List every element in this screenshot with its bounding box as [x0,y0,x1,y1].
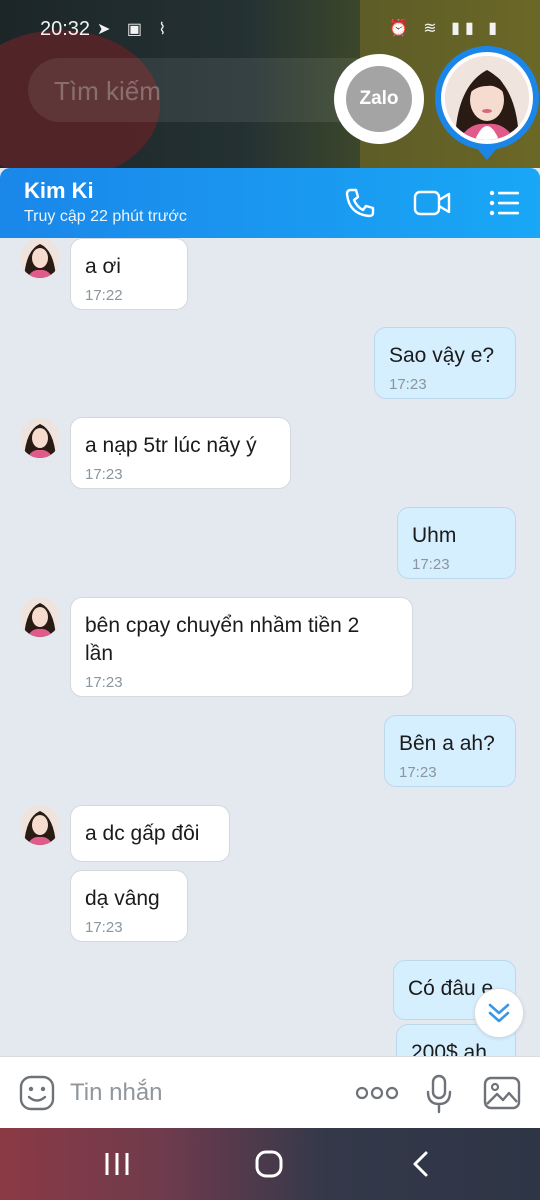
message-bubble-outgoing[interactable]: Sao vậy e? 17:23 [374,327,516,399]
message-bubble-incoming[interactable]: a ơi 17:22 [70,238,188,310]
message-text: a dc gấp đôi [85,822,200,845]
message-time: 17:23 [399,764,437,781]
contact-name[interactable]: Kim Ki [24,178,94,204]
message-input[interactable]: Tin nhắn [70,1079,163,1107]
notification-icons: ➤ ▣ ⌇ [97,21,173,38]
contact-avatar[interactable] [20,597,60,637]
contact-photo-art [445,56,529,140]
microphone-icon[interactable] [424,1073,454,1115]
menu-list-icon[interactable] [484,183,524,223]
message-text: a nạp 5tr lúc nãy ý [85,434,257,457]
contact-avatar[interactable] [20,805,60,845]
last-seen-status: Truy cập 22 phút trước [24,208,187,225]
chat-head-avatar[interactable] [435,46,539,150]
scroll-to-bottom-button[interactable] [474,988,524,1038]
message-time: 17:23 [389,376,427,393]
message-text: Bên a ah? [399,732,495,755]
contact-photo-art [24,424,56,458]
message-bubble-outgoing[interactable]: Uhm 17:23 [397,507,516,579]
message-text: Uhm [412,524,457,547]
recent-apps-icon[interactable] [102,1150,132,1178]
message-time: 17:22 [85,287,123,304]
system-status-icons: ⏰ ≋ ▮▮ ▮ [388,20,502,37]
message-bubble-incoming[interactable]: a nạp 5tr lúc nãy ý 17:23 [70,417,291,489]
search-placeholder: Tìm kiếm [54,76,161,106]
message-text: dạ vâng [85,887,160,910]
contact-photo-art [24,603,56,637]
phone-icon[interactable] [340,183,380,223]
status-bar: 20:32 ➤ ▣ ⌇ ⏰ ≋ ▮▮ ▮ [0,0,540,60]
message-bubble-incoming[interactable]: dạ vâng 17:23 [70,870,188,942]
status-time: 20:32 [40,18,91,40]
zalo-logo: Zalo [346,66,412,132]
system-navigation-bar [0,1128,540,1200]
contact-avatar[interactable] [20,418,60,458]
message-bubble-outgoing[interactable]: Bên a ah? 17:23 [384,715,516,787]
zalo-floating-button[interactable]: Zalo [334,54,424,144]
message-text: Sao vậy e? [389,344,495,367]
message-composer: Tin nhắn [0,1056,540,1129]
emoji-icon[interactable] [18,1074,56,1112]
message-text: 200$ ah [411,1041,487,1056]
more-dots-icon[interactable] [354,1081,400,1105]
double-chevron-down-icon [488,1003,510,1023]
message-bubble-incoming[interactable]: bên cpay chuyển nhầm tiền 2 lần 17:23 [70,597,413,697]
contact-photo-art [24,811,56,845]
message-text-line: lần [85,642,114,665]
contact-photo [445,56,529,140]
chat-head-pointer [475,146,499,160]
message-time: 17:23 [85,674,123,691]
back-icon[interactable] [408,1149,434,1179]
message-bubble-incoming[interactable]: a dc gấp đôi [70,805,230,862]
contact-avatar[interactable] [20,238,60,278]
message-text-line: bên cpay chuyển nhầm tiền 2 [85,614,360,637]
message-time: 17:23 [85,466,123,483]
chat-header: Kim Ki Truy cập 22 phút trước [0,168,540,238]
video-call-icon[interactable] [412,183,452,223]
contact-photo-art [24,244,56,278]
message-text: a ơi [85,255,121,278]
chat-messages-area[interactable]: a ơi 17:22 Sao vậy e? 17:23 a nạp 5tr lú… [0,238,540,1056]
home-icon[interactable] [254,1149,284,1179]
message-time: 17:23 [85,919,123,936]
image-icon[interactable] [482,1075,522,1111]
message-time: 17:23 [412,556,450,573]
